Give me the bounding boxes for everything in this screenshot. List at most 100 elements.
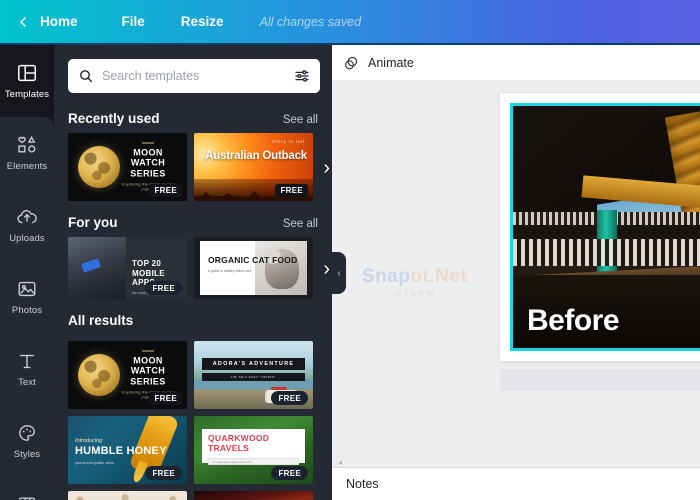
free-badge: FREE [145, 281, 182, 295]
template-title: ADORA'S ADVENTURE [202, 358, 305, 370]
template-card-moon-watch[interactable]: MOON WATCH SERIES Exploring the moon in … [68, 133, 187, 201]
top-toolbar: Home File Resize All changes saved [0, 0, 700, 45]
thumb-text: Introducing HUMBLE HONEY pure and raw go… [75, 438, 167, 465]
template-subtitle: An extended nature finds soon [212, 459, 253, 464]
section-title: All results [68, 313, 134, 328]
template-card-organic-cat-food[interactable]: ORGANIC CAT FOOD A guide to healthy feli… [194, 237, 313, 299]
sidebar-item-elements[interactable]: Elements [0, 117, 54, 189]
sidebar-item-label: Elements [6, 161, 48, 173]
template-title: HUMBLE HONEY [75, 445, 167, 457]
moon-graphic [78, 354, 120, 396]
free-badge: FREE [271, 391, 308, 405]
template-card-australian-outback[interactable]: Story to tell Australian Outback FREE [194, 133, 313, 201]
thumb-card: ORGANIC CAT FOOD A guide to healthy feli… [200, 241, 307, 295]
sidebar-item-label: Text [18, 377, 36, 389]
canva-editor-window: Home File Resize All changes saved Templ… [0, 0, 700, 500]
editor-area: Animate Snapot.Net @TSNW Before ◂ Notes [332, 45, 700, 500]
chevron-left-icon[interactable] [12, 11, 34, 33]
free-badge: FREE [149, 184, 182, 197]
filter-sliders-icon[interactable] [294, 68, 310, 84]
animate-circles-icon[interactable] [342, 54, 360, 72]
template-title: ORGANIC CAT FOOD [208, 255, 298, 265]
palette-icon [16, 422, 38, 444]
chevron-right-icon[interactable]: › [323, 259, 330, 279]
upload-cloud-icon [16, 206, 38, 228]
template-card-moon-watch-2[interactable]: MOON WATCH SERIES Exploring the moon in … [68, 341, 187, 409]
sidebar-item-label: Uploads [9, 233, 45, 245]
sidebar-item-photos[interactable]: Photos [0, 261, 54, 333]
thumb-art [68, 491, 187, 500]
template-title: QUARKWOOD TRAVELS [208, 433, 270, 453]
next-page-placeholder[interactable] [500, 369, 700, 391]
sidebar-item-background[interactable]: Background [0, 477, 54, 500]
sidebar-item-label: Photos [11, 305, 43, 317]
template-card-dark-red[interactable] [194, 491, 313, 500]
template-eyebrow: Story to tell [272, 139, 305, 144]
see-all-link[interactable]: See all [283, 114, 318, 126]
design-page[interactable]: Before [500, 93, 700, 361]
background-icon [16, 494, 38, 500]
moon-graphic [78, 146, 120, 188]
thumb-text: ORGANIC CAT FOOD A guide to healthy feli… [208, 255, 297, 273]
section-title: For you [68, 215, 118, 230]
see-all-link[interactable]: See all [283, 218, 318, 230]
section-title: Recently used [68, 111, 160, 126]
design-toolbar: Animate [332, 45, 700, 81]
panel-collapse-button[interactable]: ‹ [332, 252, 346, 294]
search-icon [78, 68, 94, 84]
template-card-floral-pattern[interactable] [68, 491, 187, 500]
section-header-recently-used: Recently used See all [54, 99, 332, 133]
design-text-before[interactable]: Before [527, 304, 620, 338]
free-badge: FREE [275, 184, 308, 197]
section-header-for-you: For you See all [54, 203, 332, 237]
template-title: Australian Outback [205, 150, 307, 162]
sidebar-item-uploads[interactable]: Uploads [0, 189, 54, 261]
sidebar-item-text[interactable]: Text [0, 333, 54, 405]
notes-bar[interactable]: Notes [332, 468, 700, 500]
watermark-part-a: Snap [362, 266, 411, 287]
all-results-grid: MOON WATCH SERIES Exploring the moon in … [54, 335, 332, 500]
photo-graphic [68, 237, 126, 299]
template-title: MOON WATCH SERIES [130, 147, 166, 179]
template-card-humble-honey[interactable]: Introducing HUMBLE HONEY pure and raw go… [68, 416, 187, 484]
design-frame[interactable]: Before [510, 103, 700, 351]
sidebar-item-styles[interactable]: Styles [0, 405, 54, 477]
search-section [54, 45, 332, 99]
elements-icon [16, 134, 38, 156]
free-badge: FREE [149, 392, 182, 405]
sidebar-item-label: Styles [13, 449, 41, 461]
free-badge: FREE [271, 466, 308, 480]
template-subtitle: the solo short traveler [202, 373, 305, 381]
watermark-handle: @TSNW [393, 289, 436, 298]
balustrade [513, 239, 700, 266]
search-input[interactable] [102, 69, 286, 83]
divider [142, 142, 154, 144]
watermark-part-b: ot.Net [410, 266, 468, 287]
sidebar-item-templates[interactable]: Templates [0, 45, 54, 117]
chevron-right-icon[interactable]: › [323, 158, 330, 178]
templates-icon [16, 62, 38, 84]
template-title: MOON WATCH SERIES [130, 355, 166, 387]
templates-panel: Recently used See all MOON WATCH SERIES … [54, 45, 332, 500]
template-subtitle: A guide to healthy feline care [208, 269, 252, 274]
thumb-text: Australian Outback [205, 150, 307, 163]
file-menu-button[interactable]: File [122, 8, 145, 35]
notes-label[interactable]: Notes [346, 477, 379, 491]
template-card-top-20-mobile-apps[interactable]: TOP 20 MOBILE APPS the ones you can't li… [68, 237, 187, 299]
divider [142, 350, 154, 352]
save-status-text: All changes saved [259, 14, 362, 29]
thumb-art [194, 491, 313, 500]
thumb-card: QUARKWOOD TRAVELS An extended nature fin… [202, 429, 305, 465]
template-subtitle: pure and raw golden nectar [75, 460, 114, 465]
resize-button[interactable]: Resize [181, 8, 224, 35]
subtitle-bar: An extended nature finds soon [208, 457, 299, 465]
canvas-area[interactable]: Snapot.Net @TSNW Before [332, 81, 700, 461]
animate-button[interactable]: Animate [368, 56, 414, 70]
home-menu-button[interactable]: Home [40, 8, 78, 35]
watermark: Snapot.Net @TSNW [362, 266, 467, 298]
template-card-quarkwood-travels[interactable]: QUARKWOOD TRAVELS An extended nature fin… [194, 416, 313, 484]
recently-used-carousel: MOON WATCH SERIES Exploring the moon in … [54, 133, 332, 203]
search-box[interactable] [68, 59, 320, 93]
template-card-adoras-adventure[interactable]: ADORA'S ADVENTURE the solo short travele… [194, 341, 313, 409]
free-badge: FREE [145, 466, 182, 480]
